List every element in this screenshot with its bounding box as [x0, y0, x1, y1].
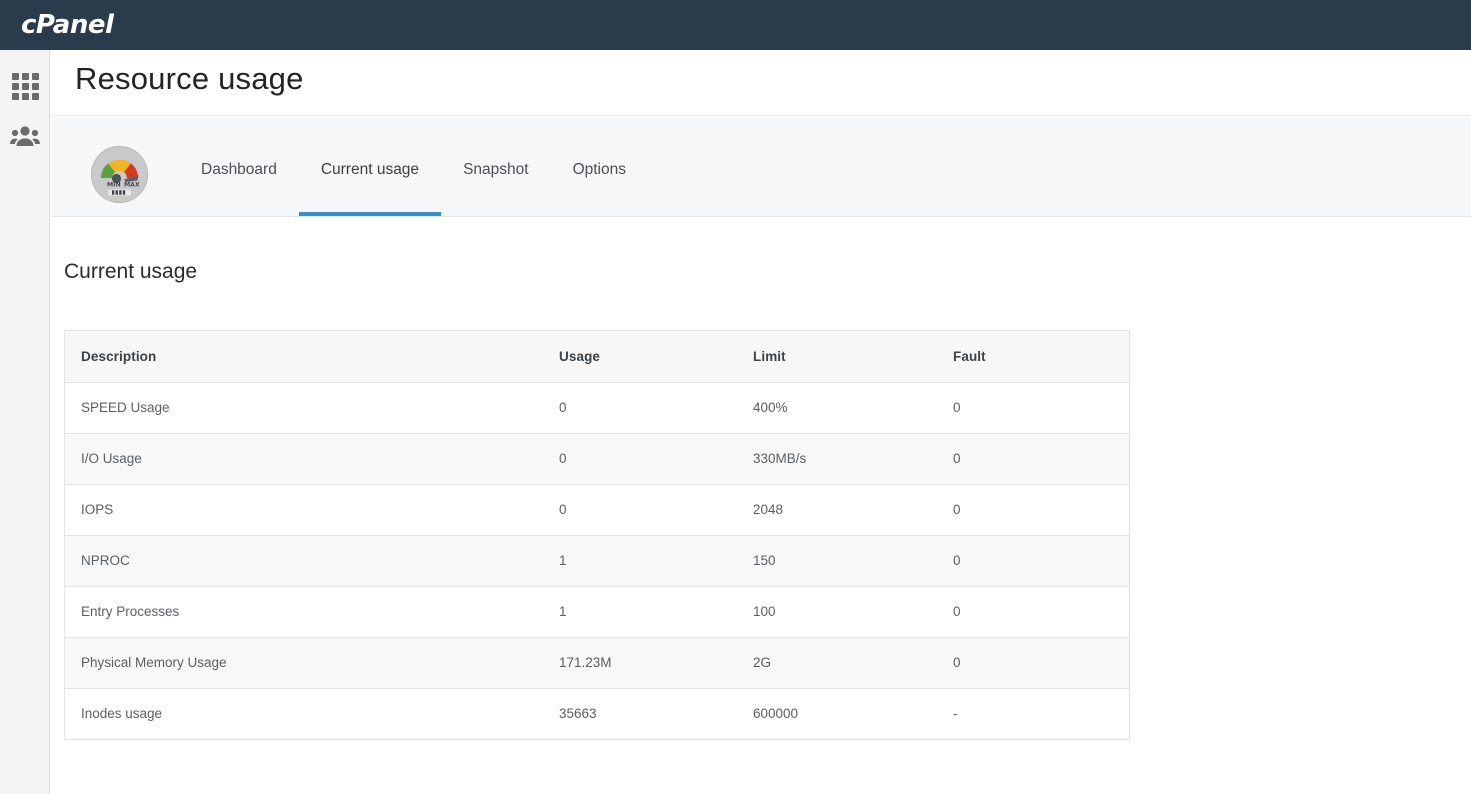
- table-row: NPROC 1 150 0: [65, 535, 1129, 587]
- cell-limit: 600000: [737, 688, 937, 740]
- cell-fault: 0: [937, 586, 1129, 638]
- cell-limit: 150: [737, 535, 937, 587]
- table-row: Inodes usage 35663 600000 -: [65, 688, 1129, 740]
- cell-usage: 1: [543, 535, 737, 587]
- tab-snapshot[interactable]: Snapshot: [441, 117, 551, 216]
- table-row: SPEED Usage 0 400% 0: [65, 382, 1129, 434]
- cell-fault: 0: [937, 535, 1129, 587]
- table-row: Physical Memory Usage 171.23M 2G 0: [65, 637, 1129, 689]
- cell-description: Inodes usage: [65, 688, 543, 740]
- top-header-bar: cPanel: [0, 0, 1471, 50]
- tab-dashboard[interactable]: Dashboard: [179, 117, 299, 216]
- cell-usage: 0: [543, 382, 737, 434]
- cell-fault: 0: [937, 382, 1129, 434]
- table-body: SPEED Usage 0 400% 0 I/O Usage 0 330MB/s…: [65, 382, 1129, 740]
- cell-fault: -: [937, 688, 1129, 740]
- cell-description: NPROC: [65, 535, 543, 587]
- sidebar-item-apps[interactable]: [0, 60, 50, 112]
- cell-description: I/O Usage: [65, 433, 543, 485]
- table-row: Entry Processes 1 100 0: [65, 586, 1129, 638]
- cell-usage: 0: [543, 433, 737, 485]
- cell-usage: 171.23M: [543, 637, 737, 689]
- page-title: Resource usage: [75, 61, 304, 96]
- svg-text:MAX: MAX: [124, 182, 140, 189]
- cell-limit: 100: [737, 586, 937, 638]
- cell-fault: 0: [937, 433, 1129, 485]
- cell-usage: 35663: [543, 688, 737, 740]
- cell-usage: 1: [543, 586, 737, 638]
- cell-usage: 0: [543, 484, 737, 536]
- svg-text:MIN: MIN: [107, 182, 121, 189]
- column-header-description: Description: [65, 331, 543, 383]
- sidebar-item-users[interactable]: [0, 112, 50, 164]
- tab-bar: MIN MAX Dashboard Current usage Snapshot…: [51, 117, 1471, 217]
- page-header: Resource usage: [51, 50, 1471, 116]
- users-icon: [10, 124, 40, 153]
- cell-fault: 0: [937, 484, 1129, 536]
- current-usage-table: Description Usage Limit Fault SPEED Usag…: [65, 331, 1129, 740]
- apps-grid-icon: [12, 73, 39, 100]
- table-header-row: Description Usage Limit Fault: [65, 331, 1129, 383]
- cpanel-logo[interactable]: cPanel: [21, 12, 114, 38]
- table-row: IOPS 0 2048 0: [65, 484, 1129, 536]
- cell-limit: 400%: [737, 382, 937, 434]
- current-usage-table-container: Description Usage Limit Fault SPEED Usag…: [64, 330, 1130, 740]
- column-header-fault: Fault: [937, 331, 1129, 383]
- main-content: Current usage Description Usage Limit Fa…: [51, 218, 1471, 794]
- cell-limit: 2G: [737, 637, 937, 689]
- section-title: Current usage: [64, 260, 198, 283]
- cell-description: Entry Processes: [65, 586, 543, 638]
- cell-description: SPEED Usage: [65, 382, 543, 434]
- cell-description: Physical Memory Usage: [65, 637, 543, 689]
- tab-options[interactable]: Options: [551, 117, 648, 216]
- table-row: I/O Usage 0 330MB/s 0: [65, 433, 1129, 485]
- sidebar-rail: [0, 50, 50, 794]
- cell-limit: 330MB/s: [737, 433, 937, 485]
- tab-current-usage[interactable]: Current usage: [298, 117, 442, 216]
- column-header-usage: Usage: [543, 331, 737, 383]
- tab-list: Dashboard Current usage Snapshot Options: [179, 117, 648, 216]
- cell-description: IOPS: [65, 484, 543, 536]
- cell-limit: 2048: [737, 484, 937, 536]
- cell-fault: 0: [937, 637, 1129, 689]
- resource-gauge-icon: MIN MAX: [91, 146, 148, 203]
- column-header-limit: Limit: [737, 331, 937, 383]
